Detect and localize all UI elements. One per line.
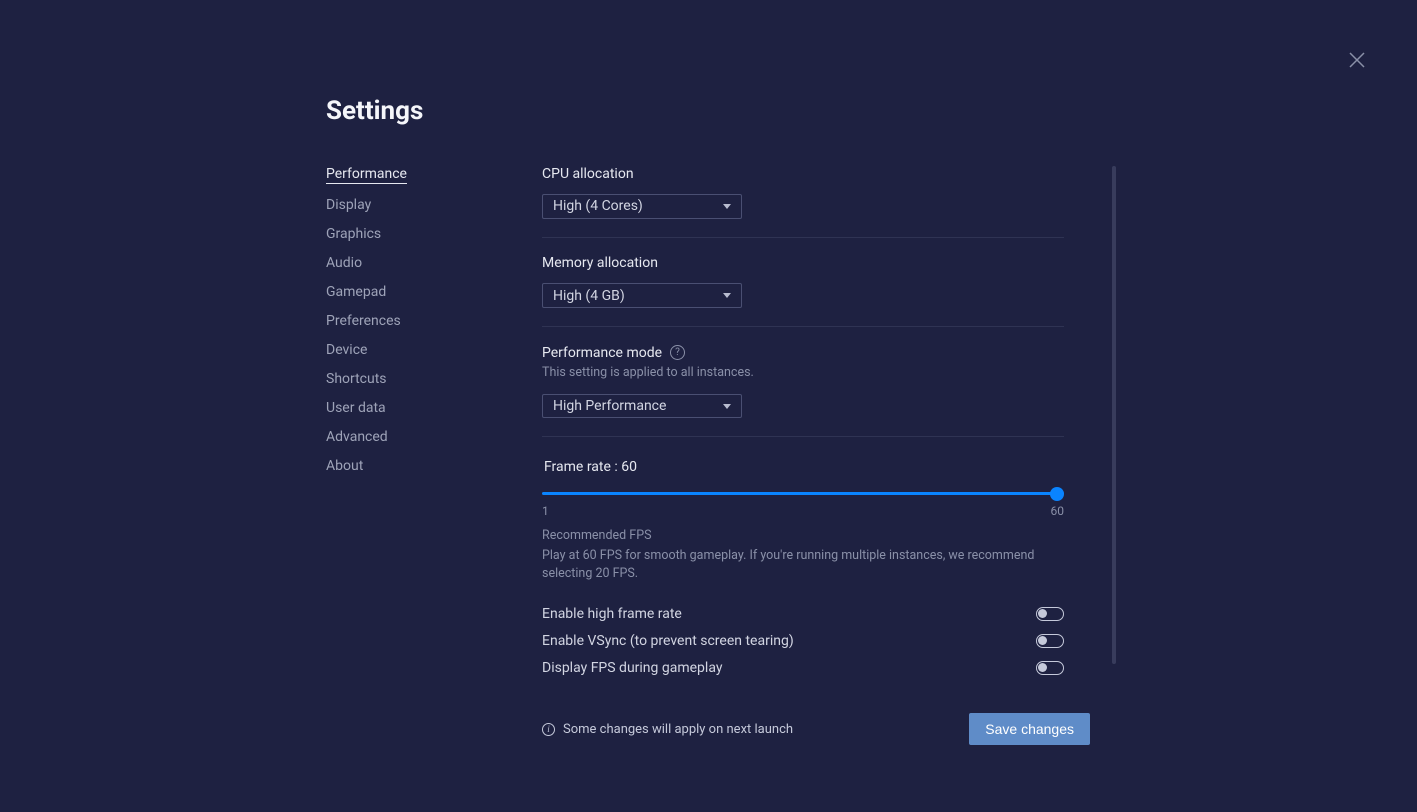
close-button[interactable] (1345, 48, 1369, 72)
close-icon (1345, 48, 1369, 72)
info-icon: i (542, 723, 555, 736)
sidebar-item-gamepad[interactable]: Gamepad (326, 284, 386, 300)
divider (542, 326, 1064, 327)
footer-info-text: Some changes will apply on next launch (563, 722, 793, 737)
performance-mode-label-row: Performance mode ? (542, 345, 1064, 361)
toggle-label-vsync: Enable VSync (to prevent screen tearing) (542, 633, 794, 649)
performance-mode-value: High Performance (553, 398, 666, 414)
frame-rate-slider[interactable] (542, 487, 1064, 498)
slider-range: 1 60 (542, 504, 1064, 518)
performance-mode-select[interactable]: High Performance (542, 394, 742, 419)
sidebar-item-advanced[interactable]: Advanced (326, 429, 388, 445)
sidebar-item-shortcuts[interactable]: Shortcuts (326, 371, 387, 387)
settings-panel: Settings Performance Display Graphics Au… (326, 96, 1090, 676)
sidebar-item-display[interactable]: Display (326, 197, 371, 213)
page-title: Settings (326, 96, 1090, 126)
sidebar-item-graphics[interactable]: Graphics (326, 226, 381, 242)
sidebar-item-device[interactable]: Device (326, 342, 367, 358)
sidebar-item-preferences[interactable]: Preferences (326, 313, 401, 329)
slider-track (542, 492, 1064, 495)
recommended-fps-title: Recommended FPS (542, 527, 1064, 545)
caret-down-icon (723, 204, 731, 209)
toggle-knob (1038, 636, 1047, 645)
toggle-vsync[interactable] (1036, 634, 1064, 648)
toggle-high-frame-rate[interactable] (1036, 607, 1064, 621)
caret-down-icon (723, 293, 731, 298)
memory-allocation-label: Memory allocation (542, 255, 1064, 271)
toggle-label-display-fps: Display FPS during gameplay (542, 660, 722, 676)
slider-thumb[interactable] (1050, 487, 1064, 501)
performance-mode-subtext: This setting is applied to all instances… (542, 364, 1064, 382)
sidebar-item-performance[interactable]: Performance (326, 166, 407, 184)
cpu-allocation-label: CPU allocation (542, 166, 1064, 182)
toggle-knob (1038, 663, 1047, 672)
recommended-fps-body: Play at 60 FPS for smooth gameplay. If y… (542, 547, 1064, 583)
footer-info: i Some changes will apply on next launch (542, 722, 793, 737)
frame-rate-label: Frame rate : 60 (544, 459, 1064, 475)
cpu-allocation-select[interactable]: High (4 Cores) (542, 194, 742, 219)
sidebar-item-audio[interactable]: Audio (326, 255, 362, 271)
toggle-label-high-frame-rate: Enable high frame rate (542, 606, 682, 622)
help-icon[interactable]: ? (670, 345, 685, 360)
sidebar-item-about[interactable]: About (326, 458, 363, 474)
cpu-allocation-value: High (4 Cores) (553, 198, 643, 214)
toggle-knob (1038, 609, 1047, 618)
scrollbar[interactable] (1112, 166, 1116, 664)
toggle-row-display-fps: Display FPS during gameplay (542, 660, 1064, 676)
save-changes-button[interactable]: Save changes (969, 713, 1090, 745)
sidebar-item-user-data[interactable]: User data (326, 400, 386, 416)
slider-min: 1 (542, 504, 549, 518)
toggle-row-high-frame-rate: Enable high frame rate (542, 606, 1064, 622)
memory-allocation-select[interactable]: High (4 GB) (542, 283, 742, 308)
slider-max: 60 (1051, 504, 1065, 518)
memory-allocation-value: High (4 GB) (553, 288, 625, 304)
divider (542, 436, 1064, 437)
sidebar: Performance Display Graphics Audio Gamep… (326, 166, 506, 676)
caret-down-icon (723, 404, 731, 409)
toggle-display-fps[interactable] (1036, 661, 1064, 675)
toggle-row-vsync: Enable VSync (to prevent screen tearing) (542, 633, 1064, 649)
settings-content: CPU allocation High (4 Cores) Memory all… (542, 166, 1064, 676)
performance-mode-label: Performance mode (542, 345, 662, 361)
divider (542, 237, 1064, 238)
